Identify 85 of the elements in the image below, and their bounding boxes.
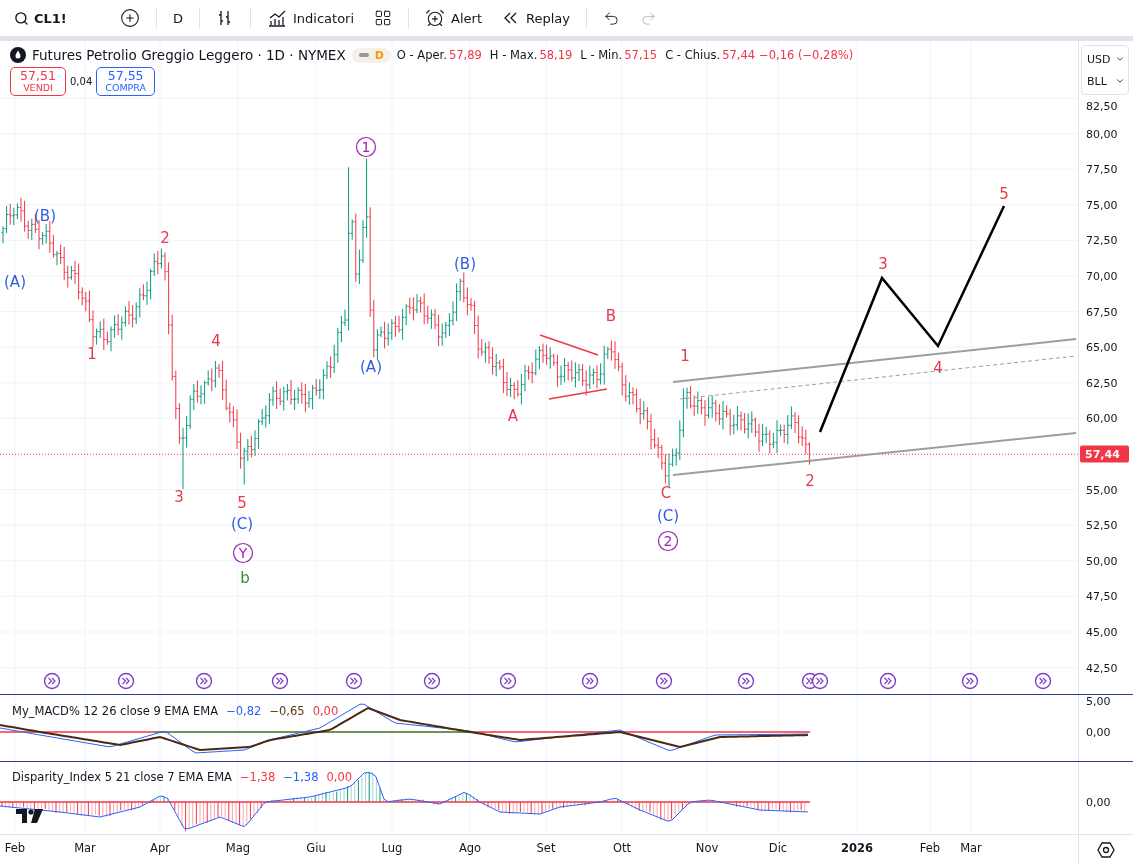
symbol-title: Futures Petrolio Greggio Leggero · 1D · NYMEX: [32, 47, 346, 63]
wave-label: 2: [805, 472, 815, 490]
time-axis-label: Nov: [695, 841, 719, 855]
unit-dropdown[interactable]: BLL: [1082, 70, 1128, 92]
price-axis-label: 62,50: [1086, 376, 1118, 390]
last-price-label: 57,44: [1080, 445, 1129, 463]
wave-label: 2: [160, 229, 170, 247]
wave-label: 1: [680, 347, 690, 365]
time-axis-label: Ott: [612, 841, 632, 855]
price-axis-label: 80,00: [1086, 127, 1118, 141]
time-axis-label: Dic: [768, 841, 788, 855]
wave-label: Y: [232, 542, 254, 564]
price-axis-label: 67,50: [1086, 305, 1118, 319]
time-axis-label: Apr: [150, 841, 170, 855]
time-axis-label: Set: [536, 841, 556, 855]
indicator-axis-label: 5,00: [1086, 694, 1111, 708]
price-axis-label: 55,00: [1086, 483, 1118, 497]
time-axis-label: Lug: [381, 841, 403, 855]
price-axis-label: 82,50: [1086, 99, 1118, 113]
indicator-axis-label: 0,00: [1086, 725, 1111, 739]
wave-label: A: [507, 407, 519, 425]
wave-label: (A): [4, 273, 26, 291]
price-axis-label: 50,00: [1086, 554, 1118, 568]
currency-dropdown[interactable]: USD: [1082, 48, 1128, 70]
sell-button[interactable]: 57,51 VENDI: [10, 67, 66, 97]
price-axis-label: 75,00: [1086, 198, 1118, 212]
ohlc-label: L - Min.: [580, 48, 623, 62]
wave-label: (A): [360, 358, 382, 376]
time-axis-label: Feb: [919, 841, 941, 855]
wave-label: (C): [656, 507, 680, 525]
wave-label: b: [240, 569, 250, 587]
wave-label: C: [660, 484, 672, 502]
indicator-value: −0,65: [269, 704, 305, 718]
time-axis-label: Feb: [4, 841, 26, 855]
wave-label: B: [605, 307, 617, 325]
ohlc-value: 57,15: [624, 48, 658, 62]
ohlc-value: 57,89: [448, 48, 482, 62]
price-axis-label: 52,50: [1086, 518, 1118, 532]
price-axis-label: 65,00: [1086, 340, 1118, 354]
wave-label: 4: [211, 332, 221, 350]
wave-label: (B): [454, 255, 476, 273]
wave-label: (B): [34, 207, 56, 225]
time-axis-label: Ago: [458, 841, 482, 855]
price-axis-label: 70,00: [1086, 269, 1118, 283]
wave-label: 3: [878, 255, 888, 273]
replay-button[interactable]: Replay: [494, 3, 578, 33]
indicator-value: 0,00: [312, 704, 339, 718]
price-axis-label: 47,50: [1086, 589, 1118, 603]
symbol-search-button[interactable]: CL1!: [8, 3, 108, 33]
ohlc-value: 58,19: [539, 48, 573, 62]
wave-label: 1: [87, 345, 97, 363]
ohlc-label: C - Chius.: [665, 48, 721, 62]
time-axis-label: Mar: [74, 841, 96, 855]
ohlc-label: H - Max.: [489, 48, 538, 62]
time-axis-label: 2026: [841, 841, 873, 855]
interval-button[interactable]: D: [165, 3, 191, 33]
time-axis-label: Mag: [225, 841, 251, 855]
ohlc-value: 57,44: [722, 48, 756, 62]
indicator-title: My_MACD% 12 26 close 9 EMA EMA: [12, 704, 219, 718]
indicator-title: Disparity_Index 5 21 close 7 EMA EMA: [12, 770, 232, 784]
spread-value: 0,04: [70, 76, 93, 88]
indicator-axis-label: 0,00: [1086, 795, 1111, 809]
indicators-button[interactable]: Indicatori: [259, 3, 363, 33]
buy-button[interactable]: 57,55 COMPRA: [96, 67, 156, 97]
wave-label: 2: [657, 530, 679, 552]
price-axis-label: 60,00: [1086, 411, 1118, 425]
indicator-value: −1,38: [239, 770, 276, 784]
indicator-value: −1,38: [283, 770, 319, 784]
indicator-value: 0,00: [326, 770, 353, 784]
indicator-value: −0,82: [226, 704, 262, 718]
wave-label: 5: [237, 494, 247, 512]
alert-button[interactable]: Alert: [417, 3, 491, 33]
price-axis-label: 42,50: [1086, 661, 1118, 675]
wave-label: 4: [933, 359, 943, 377]
wave-label: 5: [999, 185, 1009, 203]
time-axis-label: Mar: [960, 841, 982, 855]
wave-label: 1: [355, 136, 377, 158]
price-axis-label: 77,50: [1086, 162, 1118, 176]
ohlc-value: −0,16 (−0,28%): [759, 48, 854, 62]
wave-label: (C): [230, 515, 254, 533]
price-axis-label: 72,50: [1086, 233, 1118, 247]
time-axis-label: Giu: [306, 841, 326, 855]
ohlc-label: O - Aper.: [396, 48, 447, 62]
price-axis-label: 45,00: [1086, 625, 1118, 639]
wave-label: 3: [174, 488, 184, 506]
